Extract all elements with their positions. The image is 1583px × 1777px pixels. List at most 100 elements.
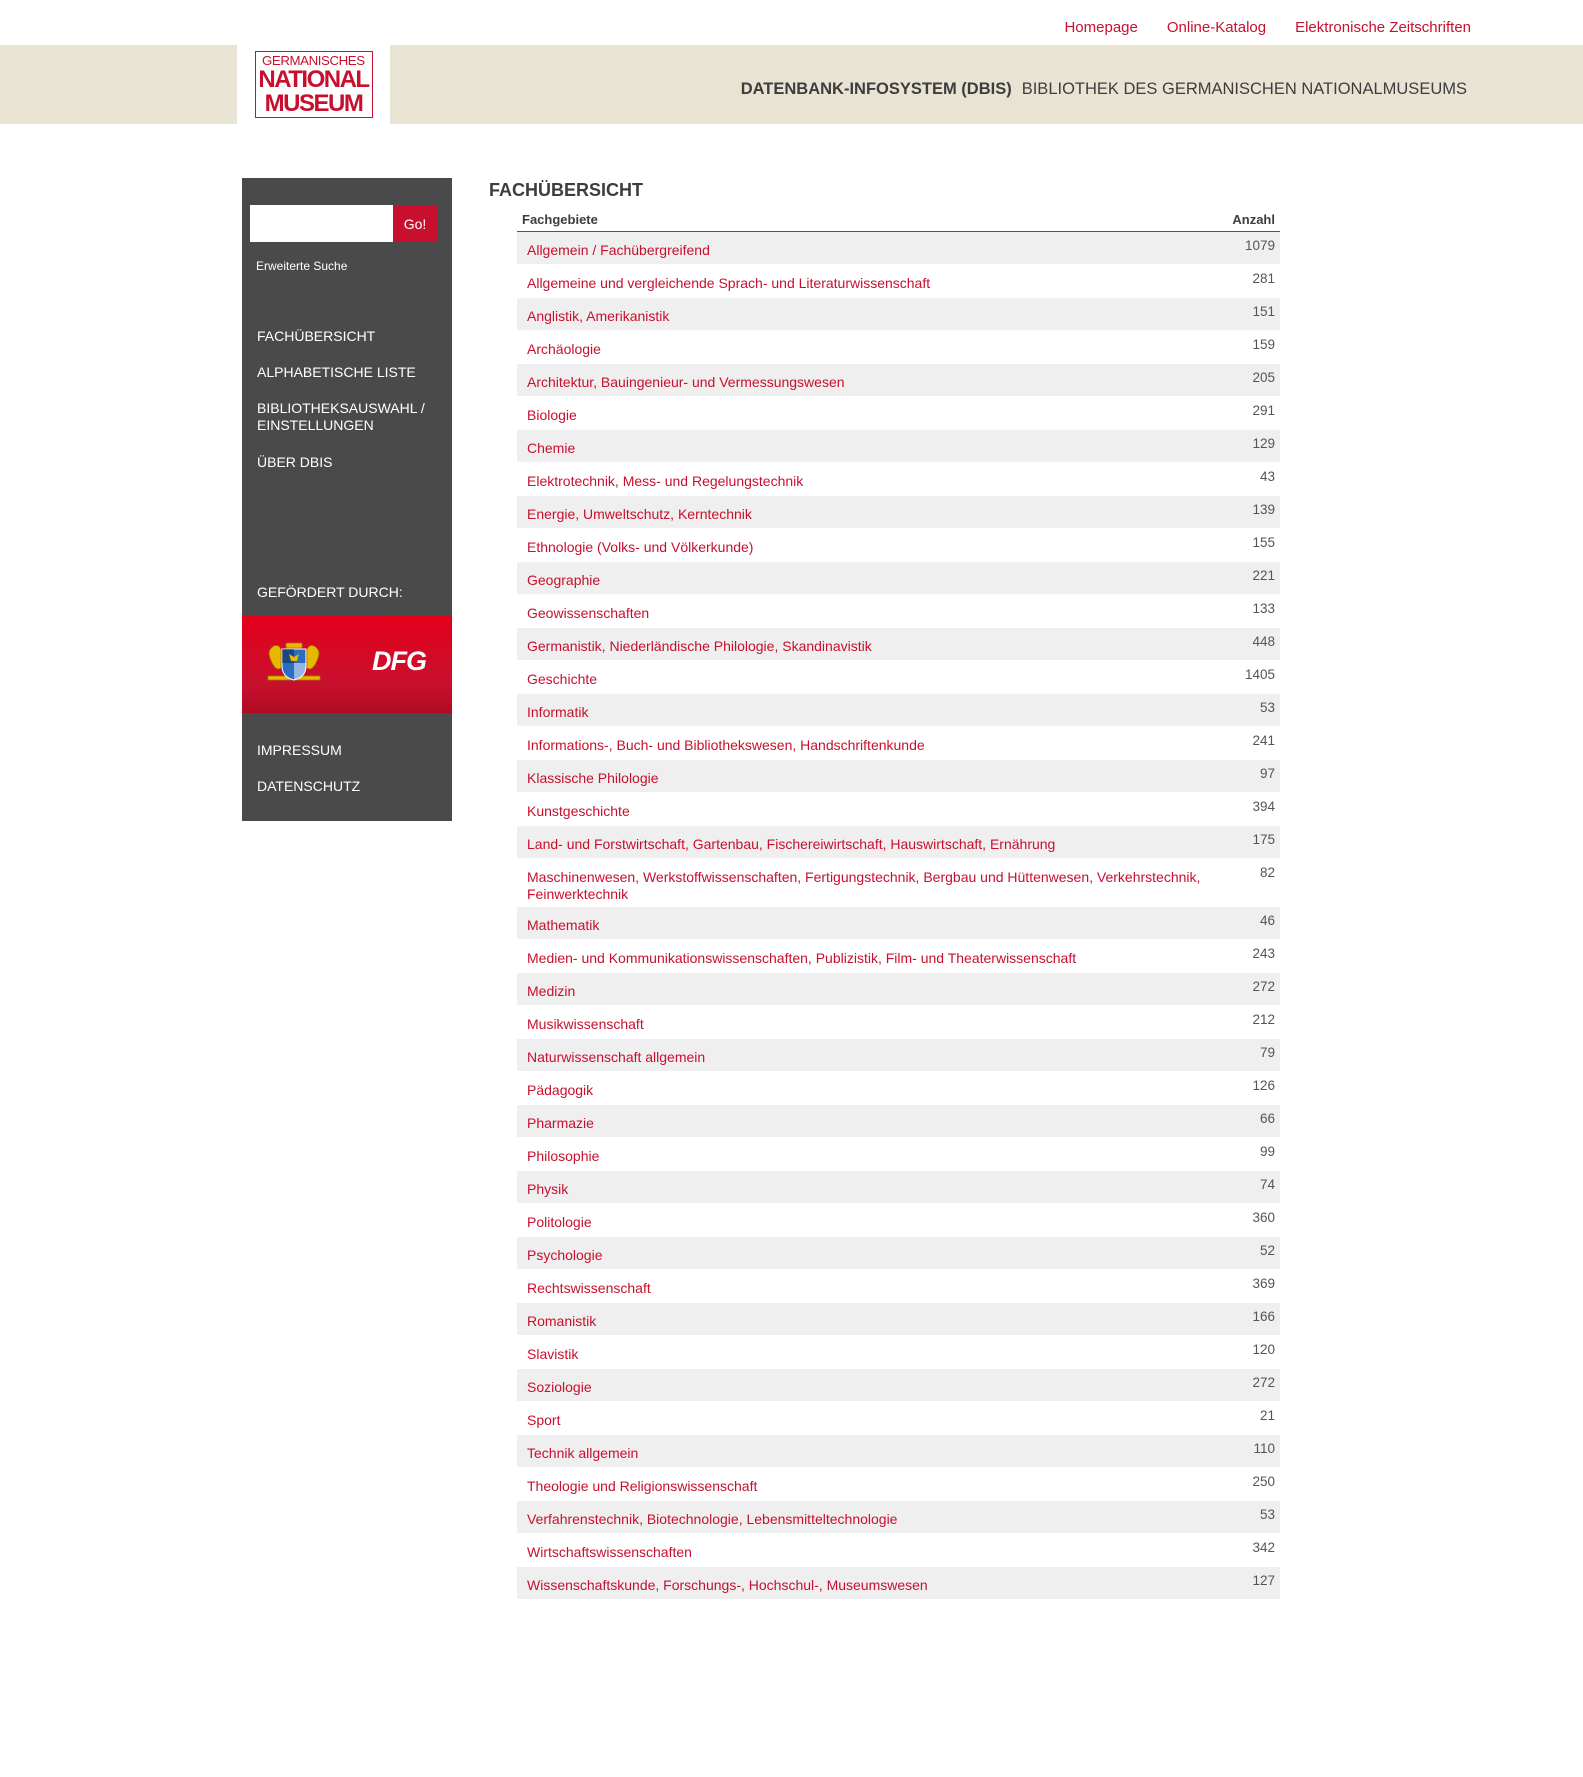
subject-link[interactable]: Informations-, Buch- und Bibliothekswese… <box>517 727 1207 759</box>
page-title: FACHÜBERSICHT <box>489 180 644 200</box>
imprint-link[interactable]: IMPRESSUM <box>257 742 342 758</box>
bavarian-coat-of-arms-icon[interactable] <box>266 642 322 682</box>
subject-link[interactable]: Biologie <box>517 397 1207 429</box>
online-catalog-link[interactable]: Online-Katalog <box>1167 19 1266 37</box>
subject-link[interactable]: Verfahrenstechnik, Biotechnologie, Leben… <box>517 1501 1207 1533</box>
privacy-link[interactable]: DATENSCHUTZ <box>257 778 360 794</box>
table-row: Mathematik 46 <box>517 907 1280 940</box>
table-row: Pädagogik 126 <box>517 1072 1280 1105</box>
sponsor-banner: DFG <box>242 616 452 713</box>
subject-count: 272 <box>1252 979 1275 994</box>
subject-link[interactable]: Germanistik, Niederländische Philologie,… <box>517 628 1207 660</box>
table-row: Verfahrenstechnik, Biotechnologie, Leben… <box>517 1501 1280 1534</box>
sidebar-item-about-dbis[interactable]: ÜBER DBIS <box>257 454 332 471</box>
subject-count: 110 <box>1253 1441 1275 1456</box>
subject-link[interactable]: Ethnologie (Volks- und Völkerkunde) <box>517 529 1207 561</box>
subject-link[interactable]: Medizin <box>517 973 1207 1005</box>
table-row: Medien- und Kommunikationswissenschaften… <box>517 940 1280 973</box>
subject-link[interactable]: Medien- und Kommunikationswissenschaften… <box>517 940 1207 972</box>
subject-link[interactable]: Physik <box>517 1171 1207 1203</box>
subject-link[interactable]: Pharmazie <box>517 1105 1207 1137</box>
subject-link[interactable]: Romanistik <box>517 1303 1207 1335</box>
table-row: Allgemeine und vergleichende Sprach- und… <box>517 265 1280 298</box>
search-input[interactable] <box>250 205 394 242</box>
subject-link[interactable]: Psychologie <box>517 1237 1207 1269</box>
subject-link[interactable]: Geschichte <box>517 661 1207 693</box>
subject-link[interactable]: Musikwissenschaft <box>517 1006 1207 1038</box>
table-row: Biologie 291 <box>517 397 1280 430</box>
subject-link[interactable]: Energie, Umweltschutz, Kerntechnik <box>517 496 1207 528</box>
subject-count: 53 <box>1259 700 1275 715</box>
subject-link[interactable]: Sport <box>517 1402 1207 1434</box>
subject-link[interactable]: Philosophie <box>517 1138 1207 1170</box>
subject-link[interactable]: Mathematik <box>517 907 1207 939</box>
table-row: Kunstgeschichte 394 <box>517 793 1280 826</box>
subject-count: 127 <box>1252 1573 1275 1588</box>
subject-count: 43 <box>1259 469 1275 484</box>
subject-count: 151 <box>1252 304 1275 319</box>
subject-link[interactable]: Pädagogik <box>517 1072 1207 1104</box>
sidebar-item-library-settings[interactable]: BIBLIOTHEKSAUSWAHL / EINSTELLUNGEN <box>257 400 442 434</box>
subject-count: 342 <box>1252 1540 1275 1555</box>
site-title-dbis: DATENBANK-INFOSYSTEM (DBIS) <box>740 80 1012 98</box>
homepage-link[interactable]: Homepage <box>1064 19 1137 37</box>
electronic-journals-link[interactable]: Elektronische Zeitschriften <box>1295 19 1471 37</box>
table-row: Informatik 53 <box>517 694 1280 727</box>
subject-count: 139 <box>1252 502 1275 517</box>
subject-count: 46 <box>1259 913 1275 928</box>
subject-link[interactable]: Soziologie <box>517 1369 1207 1401</box>
subject-count: 250 <box>1252 1474 1275 1489</box>
subject-link[interactable]: Informatik <box>517 694 1207 726</box>
table-row: Elektrotechnik, Mess- und Regelungstechn… <box>517 463 1280 496</box>
sidebar: Go! Erweiterte Suche FACHÜBERSICHT ALPHA… <box>242 178 452 821</box>
table-row: Architektur, Bauingenieur- und Vermessun… <box>517 364 1280 397</box>
subject-link[interactable]: Theologie und Religionswissenschaft <box>517 1468 1207 1500</box>
table-row: Naturwissenschaft allgemein 79 <box>517 1039 1280 1072</box>
table-row: Geographie 221 <box>517 562 1280 595</box>
subject-count: 99 <box>1259 1144 1275 1159</box>
subject-count: 205 <box>1252 370 1275 385</box>
subject-link[interactable]: Klassische Philologie <box>517 760 1207 792</box>
subject-link[interactable]: Anglistik, Amerikanistik <box>517 298 1207 330</box>
subject-count: 448 <box>1252 634 1275 649</box>
table-row: Technik allgemein 110 <box>517 1435 1280 1468</box>
table-row: Sport 21 <box>517 1402 1280 1435</box>
subject-link[interactable]: Slavistik <box>517 1336 1207 1368</box>
subject-link[interactable]: Wissenschaftskunde, Forschungs-, Hochsch… <box>517 1567 1207 1599</box>
subject-count: 159 <box>1252 337 1275 352</box>
subject-link[interactable]: Naturwissenschaft allgemein <box>517 1039 1207 1071</box>
table-row: Theologie und Religionswissenschaft 250 <box>517 1468 1280 1501</box>
subject-link[interactable]: Kunstgeschichte <box>517 793 1207 825</box>
table-row: Politologie 360 <box>517 1204 1280 1237</box>
museum-logo[interactable]: GERMANISCHES NATIONAL MUSEUM <box>237 45 390 124</box>
dfg-logo[interactable]: DFG <box>372 646 427 677</box>
subject-link[interactable]: Maschinenwesen, Werkstoffwissenschaften,… <box>517 859 1207 906</box>
subject-link[interactable]: Chemie <box>517 430 1207 462</box>
table-row: Wirtschaftswissenschaften 342 <box>517 1534 1280 1567</box>
subject-link[interactable]: Wirtschaftswissenschaften <box>517 1534 1207 1566</box>
subject-link[interactable]: Politologie <box>517 1204 1207 1236</box>
subject-link[interactable]: Geowissenschaften <box>517 595 1207 627</box>
sidebar-item-alphabetical-list[interactable]: ALPHABETISCHE LISTE <box>257 364 416 381</box>
subject-count: 126 <box>1252 1078 1275 1093</box>
subject-link[interactable]: Allgemein / Fachübergreifend <box>517 232 1207 264</box>
table-row: Medizin 272 <box>517 973 1280 1006</box>
subject-link[interactable]: Land- und Forstwirtschaft, Gartenbau, Fi… <box>517 826 1207 858</box>
subject-count: 120 <box>1252 1342 1275 1357</box>
table-row: Archäologie 159 <box>517 331 1280 364</box>
subject-link[interactable]: Architektur, Bauingenieur- und Vermessun… <box>517 364 1207 396</box>
search-go-button[interactable]: Go! <box>393 205 437 242</box>
subject-count: 360 <box>1252 1210 1275 1225</box>
subject-link[interactable]: Technik allgemein <box>517 1435 1207 1467</box>
subject-link[interactable]: Allgemeine und vergleichende Sprach- und… <box>517 265 1207 297</box>
table-row: Ethnologie (Volks- und Völkerkunde) 155 <box>517 529 1280 562</box>
subject-link[interactable]: Rechtswissenschaft <box>517 1270 1207 1302</box>
sidebar-item-subject-overview[interactable]: FACHÜBERSICHT <box>257 328 375 345</box>
table-row: Rechtswissenschaft 369 <box>517 1270 1280 1303</box>
subject-link[interactable]: Archäologie <box>517 331 1207 363</box>
advanced-search-link[interactable]: Erweiterte Suche <box>256 259 347 273</box>
table-row: Geowissenschaften 133 <box>517 595 1280 628</box>
subject-link[interactable]: Geographie <box>517 562 1207 594</box>
table-row: Romanistik 166 <box>517 1303 1280 1336</box>
subject-link[interactable]: Elektrotechnik, Mess- und Regelungstechn… <box>517 463 1207 495</box>
